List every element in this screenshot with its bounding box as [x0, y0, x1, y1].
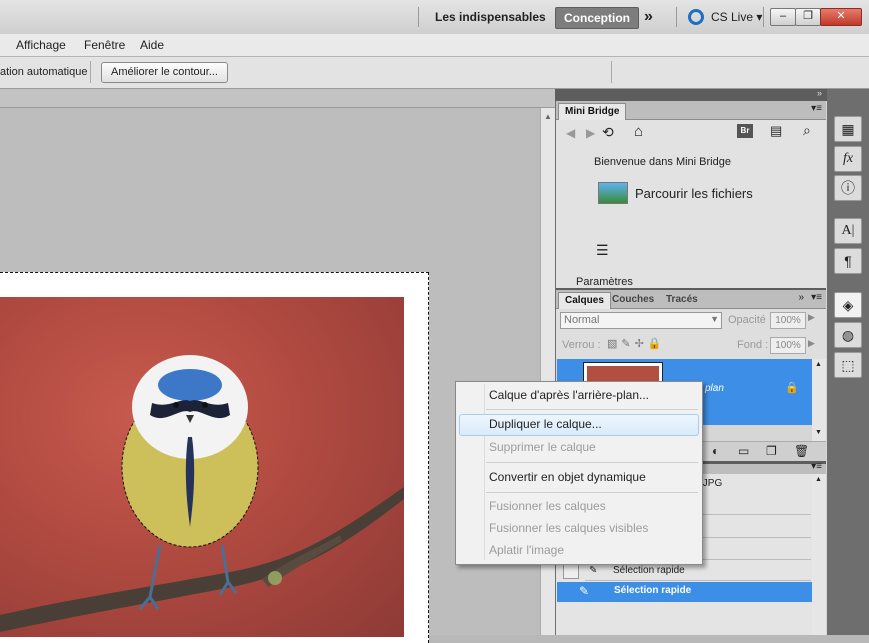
settings-icon[interactable]: ☰: [596, 242, 609, 259]
lock-icons[interactable]: ▧✎✢🔒: [607, 337, 666, 350]
history-item-label: Sélection rapide: [614, 585, 692, 596]
layers-options: Normal ▼ Opacité : 100% ▶ Verrou : ▧✎✢🔒 …: [556, 309, 826, 359]
chevron-down-icon: ▼: [710, 314, 719, 324]
history-row-selected[interactable]: ✎ Sélection rapide: [557, 582, 812, 602]
panel-menu-icon[interactable]: ▾≡: [811, 292, 822, 303]
welcome-text: Bienvenue dans Mini Bridge: [594, 156, 731, 168]
tab-paths[interactable]: Tracés: [660, 292, 704, 308]
history-snapshot-name[interactable]: .JPG: [700, 478, 722, 489]
cs-live-icon: [688, 9, 704, 25]
tab-channels[interactable]: Couches: [606, 292, 660, 308]
cs-live-label: CS Live: [711, 10, 754, 24]
collapse-panels-icon[interactable]: »: [817, 88, 822, 98]
tab-layers[interactable]: Calques: [558, 292, 611, 309]
layers-icon[interactable]: ◈: [834, 292, 862, 318]
opacity-label: Opacité :: [728, 314, 773, 326]
layers-scrollbar[interactable]: ▲ ▼: [812, 359, 826, 441]
fill-slider-icon[interactable]: ▶: [808, 338, 815, 349]
menu-separator: [486, 462, 698, 463]
settings-link[interactable]: Paramètres: [576, 276, 633, 288]
menu-item-duplicate-layer[interactable]: Dupliquer le calque...: [489, 413, 602, 435]
workspace-essentials-button[interactable]: Les indispensables: [427, 7, 554, 27]
back-icon[interactable]: ◀: [566, 126, 575, 140]
more-workspaces-icon[interactable]: »: [636, 7, 661, 27]
layer-name[interactable]: plan: [705, 383, 724, 394]
menu-separator: [486, 492, 698, 493]
view-menu-icon[interactable]: ▤: [770, 123, 782, 139]
mini-bridge-panel: ◀ ▶ ⟲ ⌂ Br ▤ ⌕ Bienvenue dans Mini Bridg…: [556, 120, 826, 288]
history-source-checkbox[interactable]: [563, 563, 579, 579]
layers-tabbar: Calques Couches Tracés » ▾≡: [556, 290, 826, 309]
menu-item-merge-layers[interactable]: Fusionner les calques: [489, 495, 606, 517]
mini-bridge-tabbar: Mini Bridge ▾≡: [556, 101, 826, 120]
histogram-icon[interactable]: ▦: [834, 116, 862, 142]
menu-item-convert-smart-object[interactable]: Convertir en objet dynamique: [489, 466, 646, 488]
menu-item-layer-from-background[interactable]: Calque d'après l'arrière-plan...: [489, 384, 649, 406]
adjustment-layer-icon[interactable]: ◐: [712, 444, 719, 458]
menu-item-delete-layer[interactable]: Supprimer le calque: [489, 436, 596, 458]
fill-label: Fond :: [737, 339, 769, 351]
layer-context-menu: Calque d'après l'arrière-plan... Dupliqu…: [455, 381, 703, 565]
separator: [90, 61, 91, 83]
menu-separator: [486, 409, 698, 410]
panel-menu-icon[interactable]: ▾≡: [811, 461, 822, 472]
separator: [611, 61, 612, 83]
options-bar: ation automatique Améliorer le contour..…: [0, 57, 869, 89]
info-icon[interactable]: ⓘ: [834, 175, 862, 201]
minimize-button[interactable]: –: [770, 8, 796, 26]
scroll-up-icon[interactable]: ▲: [544, 112, 552, 121]
sync-icon[interactable]: ⟲: [602, 124, 614, 141]
separator: [763, 7, 764, 27]
forward-icon[interactable]: ▶: [586, 126, 595, 140]
new-layer-icon[interactable]: ❐: [766, 444, 777, 458]
bridge-icon[interactable]: Br: [737, 124, 753, 138]
menu-gutter: [484, 384, 485, 560]
menu-help[interactable]: Aide: [140, 38, 164, 52]
bird-photo: [0, 297, 404, 637]
home-icon[interactable]: ⌂: [634, 123, 643, 140]
quick-selection-icon: ✎: [579, 584, 590, 598]
panel-menu-icon[interactable]: ▾≡: [811, 103, 822, 114]
fx-styles-icon[interactable]: fx: [834, 146, 862, 172]
lock-label: Verrou :: [562, 339, 601, 351]
menu-view[interactable]: Affichage: [16, 38, 66, 52]
character-icon[interactable]: A|: [834, 218, 862, 244]
application-bar: Les indispensables Conception » CS Live …: [0, 0, 869, 35]
panel-collapse-bar[interactable]: » «: [555, 88, 869, 101]
menu-bar: Affichage Fenêtre Aide: [0, 34, 869, 57]
opacity-field[interactable]: 100%: [770, 312, 806, 329]
history-scrollbar[interactable]: ▲: [812, 474, 826, 635]
workspace-design-button[interactable]: Conception: [555, 7, 639, 29]
paths-icon[interactable]: ⬚: [834, 352, 862, 378]
blend-mode-value: Normal: [564, 314, 600, 326]
tab-mini-bridge[interactable]: Mini Bridge: [558, 103, 627, 120]
search-icon[interactable]: ⌕: [803, 122, 811, 139]
opacity-slider-icon[interactable]: ▶: [808, 312, 815, 323]
menu-window[interactable]: Fenêtre: [84, 38, 125, 52]
menu-item-flatten-image[interactable]: Aplatir l'image: [489, 539, 564, 561]
menu-item-merge-visible[interactable]: Fusionner les calques visibles: [489, 517, 648, 539]
maximize-button[interactable]: ❐: [795, 8, 821, 26]
scroll-down-icon[interactable]: ▼: [815, 429, 822, 436]
new-group-icon[interactable]: ▭: [738, 444, 749, 458]
scroll-up-icon[interactable]: ▲: [815, 361, 822, 368]
separator: [418, 7, 419, 27]
scroll-up-icon[interactable]: ▲: [815, 476, 822, 483]
collapse-icon[interactable]: »: [798, 292, 804, 303]
refine-edge-button[interactable]: Améliorer le contour...: [101, 62, 228, 83]
document-tab-bar: [0, 89, 555, 108]
paragraph-icon[interactable]: ¶: [834, 248, 862, 274]
blend-mode-select[interactable]: Normal ▼: [560, 312, 722, 329]
separator: [676, 7, 677, 27]
channels-icon[interactable]: ◍: [834, 322, 862, 348]
blue-tit-on-branch-image: [0, 355, 404, 632]
cs-live-menu[interactable]: CS Live ▾: [711, 10, 762, 24]
trash-icon[interactable]: 🗑: [794, 444, 809, 458]
close-button[interactable]: ✕: [820, 8, 862, 26]
fill-field[interactable]: 100%: [770, 337, 806, 354]
browse-files-icon[interactable]: [598, 182, 628, 204]
auto-enhance-label[interactable]: ation automatique: [0, 66, 87, 78]
layer-lock-icon: 🔒: [785, 382, 799, 394]
browse-files-link[interactable]: Parcourir les fichiers: [635, 186, 753, 201]
